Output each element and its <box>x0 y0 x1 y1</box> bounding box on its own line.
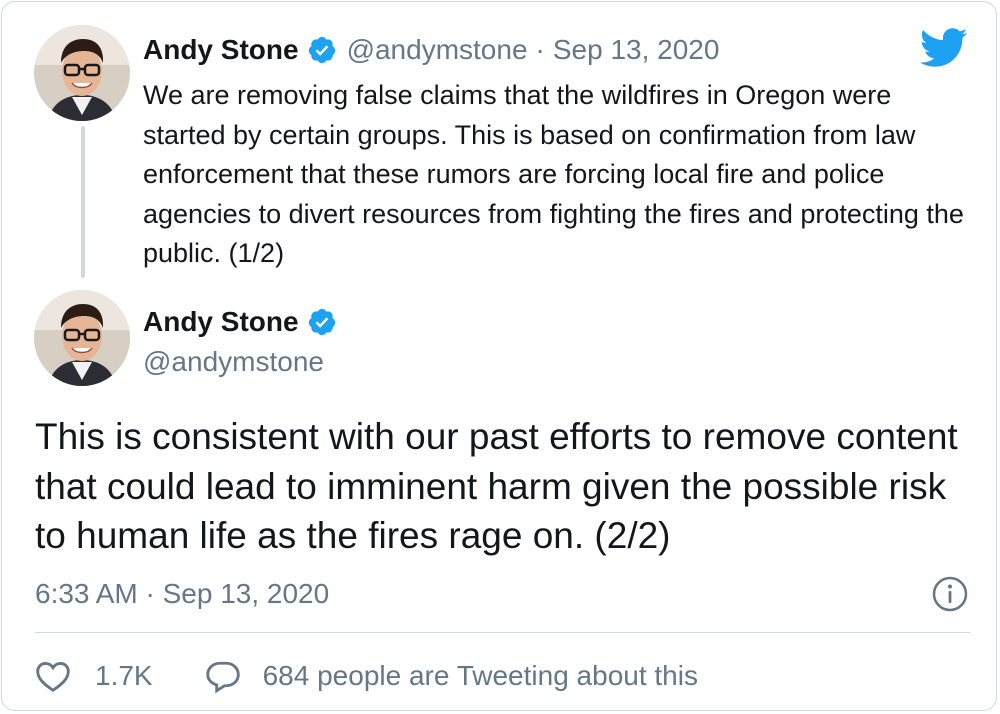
tweeting-about-label: 684 people are Tweeting about this <box>262 660 698 691</box>
like-button[interactable]: 1.7K <box>35 659 153 693</box>
actions-divider <box>35 632 970 633</box>
tweet-timestamp[interactable]: 6:33 AM · Sep 13, 2020 <box>35 574 329 614</box>
tweeting-about-button[interactable]: 684 people are Tweeting about this <box>205 659 698 693</box>
tweet-actions-bar: 1.7K 684 people are Tweeting about this <box>35 654 698 698</box>
parent-author-handle[interactable]: @andymstone <box>347 30 528 70</box>
twitter-bird-icon[interactable] <box>919 28 968 68</box>
parent-tweet-text: We are removing false claims that the wi… <box>143 80 964 268</box>
thread-connector-line <box>81 126 85 278</box>
tweet-embed-card: Andy Stone @andymstone · Sep 13, 2020 We… <box>1 1 997 711</box>
main-author-name[interactable]: Andy Stone <box>143 306 299 338</box>
main-tweet-text: This is consistent with our past efforts… <box>35 416 958 556</box>
verified-badge-icon <box>307 307 337 337</box>
parent-tweet-date[interactable]: Sep 13, 2020 <box>553 30 720 70</box>
main-author-handle[interactable]: @andymstone <box>143 342 324 382</box>
main-tweet-name-row: Andy Stone <box>143 300 337 344</box>
heart-icon <box>35 659 71 693</box>
speech-bubble-icon <box>205 659 241 693</box>
verified-badge-icon <box>307 35 337 65</box>
like-count: 1.7K <box>95 660 153 691</box>
parent-avatar[interactable] <box>34 25 130 121</box>
parent-tweet-header: Andy Stone @andymstone · Sep 13, 2020 <box>143 30 719 70</box>
parent-author-name[interactable]: Andy Stone <box>143 30 299 70</box>
info-icon[interactable] <box>931 575 969 613</box>
main-avatar[interactable] <box>34 290 130 386</box>
header-separator: · <box>535 34 545 65</box>
